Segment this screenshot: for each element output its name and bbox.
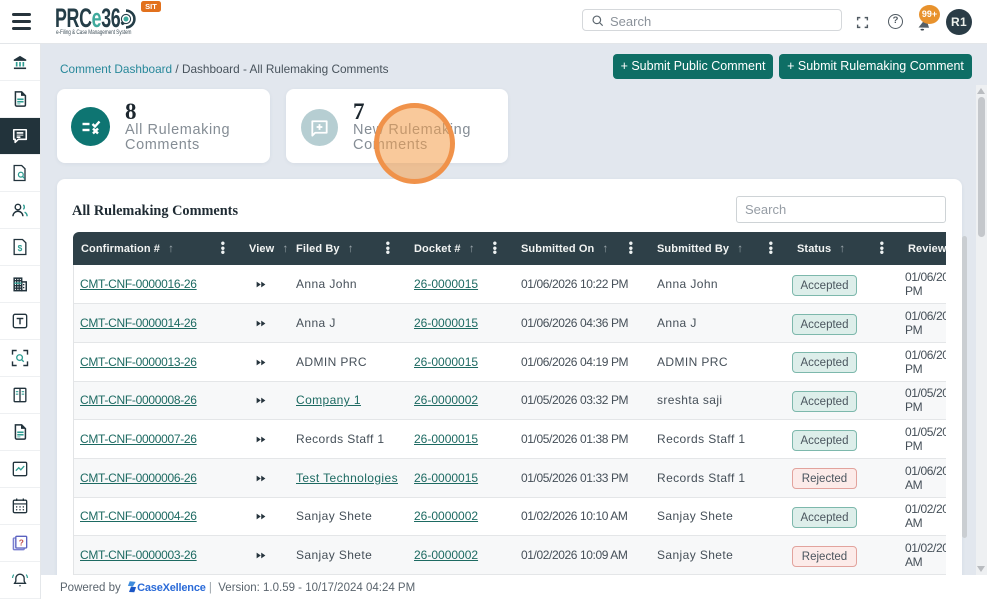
- svg-text:$: $: [18, 243, 23, 253]
- svg-text:?: ?: [19, 538, 24, 548]
